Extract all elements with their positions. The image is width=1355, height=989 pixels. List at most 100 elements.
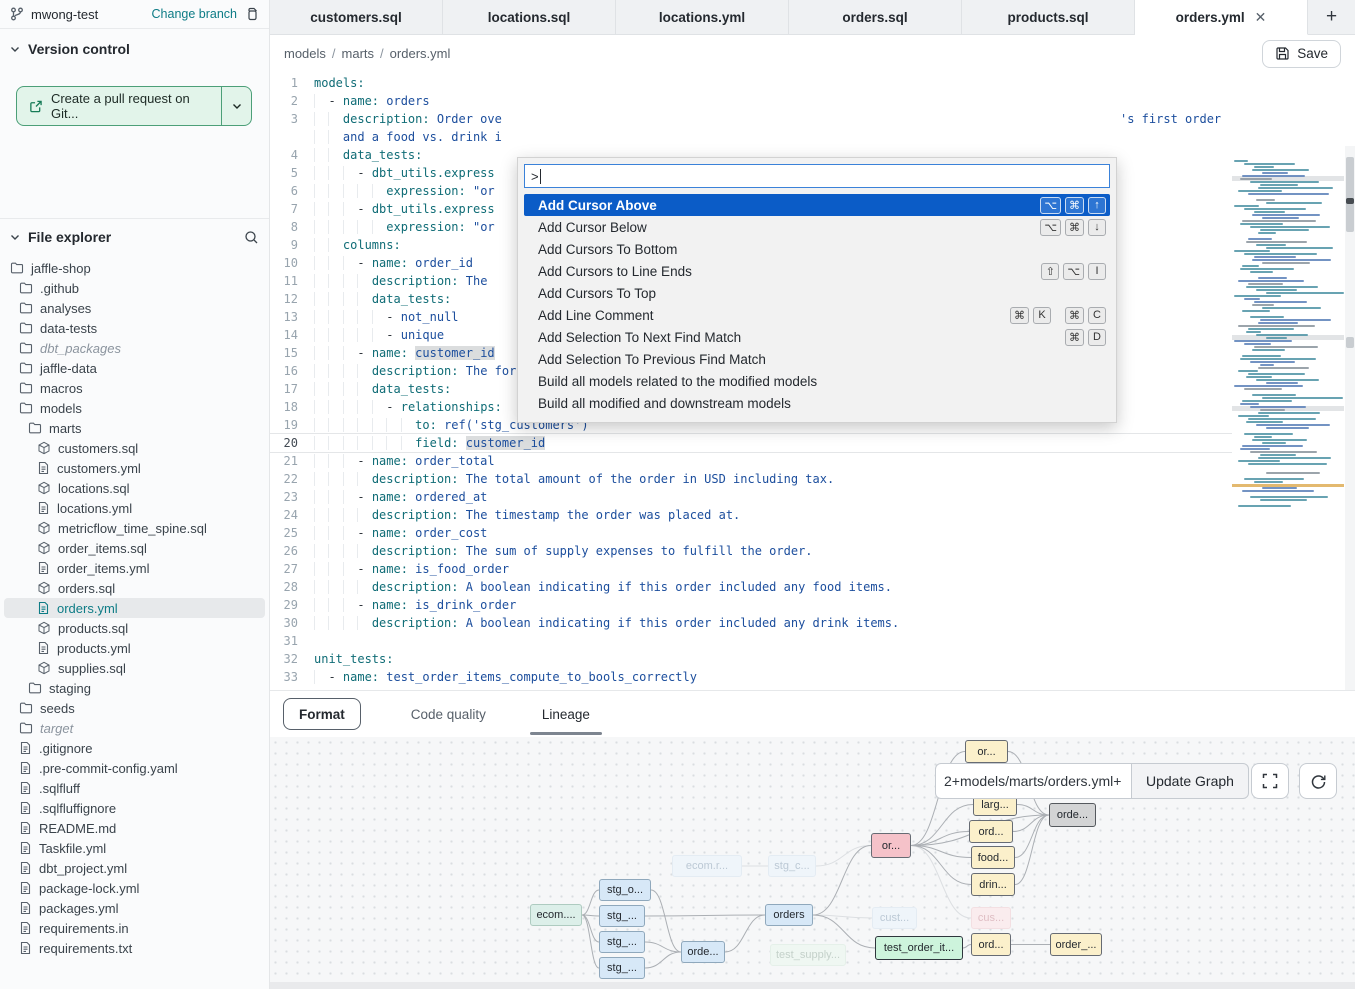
tree-item-customers-yml[interactable]: customers.yml (4, 458, 265, 478)
lineage-node-ecom_faded[interactable]: ecom.r... (672, 855, 742, 877)
palette-item-add-cursor-above[interactable]: Add Cursor Above⌥⌘↑ (524, 194, 1110, 216)
palette-item-add-selection-to-next-find-match[interactable]: Add Selection To Next Find Match⌘D (524, 326, 1110, 348)
update-graph-button[interactable]: Update Graph (1131, 763, 1249, 799)
tree-item-data-tests[interactable]: data-tests (4, 318, 265, 338)
lineage-node-orde_gray[interactable]: orde... (1049, 803, 1096, 827)
tree-item-requirements-txt[interactable]: requirements.txt (4, 938, 265, 958)
tree-item--pre-commit-config-yaml[interactable]: .pre-commit-config.yaml (4, 758, 265, 778)
fullscreen-button[interactable] (1251, 763, 1289, 799)
search-icon[interactable] (244, 230, 259, 245)
tree-item-orders-sql[interactable]: orders.sql (4, 578, 265, 598)
tree-item-readme-md[interactable]: README.md (4, 818, 265, 838)
tree-item-products-sql[interactable]: products.sql (4, 618, 265, 638)
tree-item-metricflow-time-spine-sql[interactable]: metricflow_time_spine.sql (4, 518, 265, 538)
lineage-node-test_order[interactable]: test_order_it... (875, 936, 963, 960)
tree-item-package-lock-yml[interactable]: package-lock.yml (4, 878, 265, 898)
format-button[interactable]: Format (283, 698, 361, 730)
lineage-node-ord_y2[interactable]: ord... (971, 933, 1011, 956)
lineage-node-stg_a[interactable]: stg_o... (599, 879, 651, 901)
tree-item-seeds[interactable]: seeds (4, 698, 265, 718)
tree-item-macros[interactable]: macros (4, 378, 265, 398)
lineage-node-cus_faded[interactable]: cus... (971, 907, 1011, 929)
tree-item-locations-yml[interactable]: locations.yml (4, 498, 265, 518)
tree-item-jaffle-shop[interactable]: jaffle-shop (4, 258, 265, 278)
tree-item-supplies-sql[interactable]: supplies.sql (4, 658, 265, 678)
lineage-node-ord_y1[interactable]: ord... (969, 820, 1013, 843)
tree-item-requirements-in[interactable]: requirements.in (4, 918, 265, 938)
lineage-node-test_supply[interactable]: test_supply... (770, 944, 846, 966)
palette-item-add-selection-to-previous-find-match[interactable]: Add Selection To Previous Find Match (524, 348, 1110, 370)
tab-locations-yml[interactable]: locations.yml (616, 0, 789, 34)
lineage-node-orde_items[interactable]: orde... (681, 941, 725, 963)
minimap[interactable] (1232, 157, 1344, 529)
tab-code-quality[interactable]: Code quality (405, 691, 492, 737)
palette-item-add-cursor-below[interactable]: Add Cursor Below⌥⌘↓ (524, 216, 1110, 238)
lineage-node-stg_d[interactable]: stg_... (599, 957, 645, 979)
lineage-selector-input[interactable] (935, 763, 1131, 799)
tree-item--github[interactable]: .github (4, 278, 265, 298)
lineage-node-stgc_faded[interactable]: stg_c... (768, 855, 816, 877)
palette-item-add-cursors-to-line-ends[interactable]: Add Cursors to Line Ends⇧⌥I (524, 260, 1110, 282)
lineage-node-or_pink[interactable]: or... (871, 833, 911, 858)
tree-item-packages-yml[interactable]: packages.yml (4, 898, 265, 918)
tree-item-marts[interactable]: marts (4, 418, 265, 438)
command-palette-input[interactable]: > (524, 164, 1110, 188)
lineage-node-cust_faded[interactable]: cust... (872, 907, 917, 929)
tree-item-products-yml[interactable]: products.yml (4, 638, 265, 658)
tree-item-order-items-sql[interactable]: order_items.sql (4, 538, 265, 558)
tree-item--sqlfluffignore[interactable]: .sqlfluffignore (4, 798, 265, 818)
palette-item-build-all-models-related-to-the-modified-models[interactable]: Build all models related to the modified… (524, 370, 1110, 392)
tree-item-order-items-yml[interactable]: order_items.yml (4, 558, 265, 578)
refresh-button[interactable] (1299, 763, 1337, 799)
tab-locations-sql[interactable]: locations.sql (443, 0, 616, 34)
tree-item-customers-sql[interactable]: customers.sql (4, 438, 265, 458)
tree-item-orders-yml[interactable]: orders.yml (4, 598, 265, 618)
version-control-header[interactable]: Version control (0, 29, 269, 65)
tree-item-locations-sql[interactable]: locations.sql (4, 478, 265, 498)
lineage-node-or_y[interactable]: or... (965, 740, 1008, 763)
change-branch-link[interactable]: Change branch (152, 7, 237, 21)
tab-lineage[interactable]: Lineage (536, 691, 596, 737)
scrollbar-thumb[interactable] (1346, 157, 1354, 232)
lineage-node-food[interactable]: food... (971, 846, 1015, 869)
tree-item-target[interactable]: target (4, 718, 265, 738)
line-number: 27 (270, 560, 314, 578)
palette-item-add-cursors-to-top[interactable]: Add Cursors To Top (524, 282, 1110, 304)
lineage-node-ecom_raw[interactable]: ecom.... (530, 904, 582, 926)
lineage-node-order_y3[interactable]: order_... (1050, 933, 1102, 956)
tree-item-staging[interactable]: staging (4, 678, 265, 698)
lineage-node-stg_c[interactable]: stg_... (599, 931, 645, 953)
close-tab-icon[interactable]: ✕ (1255, 9, 1267, 26)
copy-icon[interactable] (244, 7, 259, 22)
create-pr-button-main[interactable]: Create a pull request on Git... (17, 87, 221, 125)
lineage-node-stg_b[interactable]: stg_... (599, 905, 645, 927)
palette-item-add-cursors-to-bottom[interactable]: Add Cursors To Bottom (524, 238, 1110, 260)
create-pr-dropdown[interactable] (221, 87, 251, 125)
tab-products-sql[interactable]: products.sql (962, 0, 1135, 34)
palette-item-add-line-comment[interactable]: Add Line Comment⌘K⌘C (524, 304, 1110, 326)
editor-scrollbar[interactable] (1345, 146, 1355, 690)
tree-item-dbt-packages[interactable]: dbt_packages (4, 338, 265, 358)
lineage-hscrollbar[interactable] (270, 982, 1355, 989)
tree-item--sqlfluff[interactable]: .sqlfluff (4, 778, 265, 798)
tab-orders-yml[interactable]: orders.yml✕ (1135, 0, 1308, 35)
tree-item-jaffle-data[interactable]: jaffle-data (4, 358, 265, 378)
tree-item-models[interactable]: models (4, 398, 265, 418)
tree-item-analyses[interactable]: analyses (4, 298, 265, 318)
breadcrumb-marts[interactable]: marts (342, 46, 375, 61)
tree-item-dbt-project-yml[interactable]: dbt_project.yml (4, 858, 265, 878)
lineage-node-orders[interactable]: orders (765, 904, 813, 926)
code-editor[interactable]: 1models:2 - name: orders3 description: O… (270, 72, 1355, 690)
lineage-node-drin[interactable]: drin... (971, 873, 1015, 896)
breadcrumb-orders-yml[interactable]: orders.yml (390, 46, 451, 61)
save-button[interactable]: Save (1262, 40, 1341, 68)
new-tab-button[interactable]: + (1308, 0, 1355, 34)
tab-customers-sql[interactable]: customers.sql (270, 0, 443, 34)
breadcrumb-models[interactable]: models (284, 46, 326, 61)
file-explorer-header[interactable]: File explorer (0, 218, 269, 251)
tree-item-taskfile-yml[interactable]: Taskfile.yml (4, 838, 265, 858)
tree-item--gitignore[interactable]: .gitignore (4, 738, 265, 758)
create-pr-button[interactable]: Create a pull request on Git... (16, 86, 252, 126)
palette-item-build-all-modified-and-downstream-models[interactable]: Build all modified and downstream models (524, 392, 1110, 414)
tab-orders-sql[interactable]: orders.sql (789, 0, 962, 34)
